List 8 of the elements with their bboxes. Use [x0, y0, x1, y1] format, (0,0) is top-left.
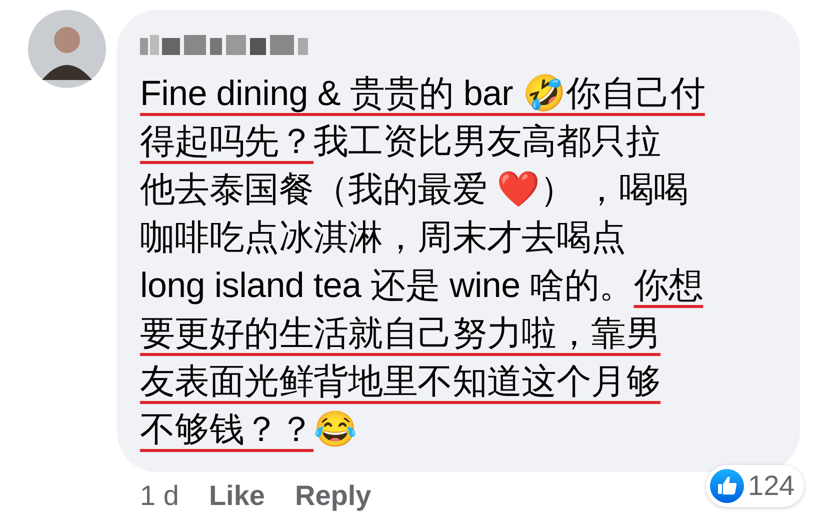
reaction-badge[interactable]: 124 [706, 465, 804, 507]
avatar[interactable] [28, 10, 106, 88]
reaction-count: 124 [748, 470, 795, 502]
comment-time: 1 d [140, 480, 179, 512]
reply-link[interactable]: Reply [294, 480, 372, 512]
comment-text: Fine dining & 贵贵的 bar 🤣你自己付 得起吗先？我工资比男友高都只拉 他去泰国餐（我的最爱 ❤） ，喝喝 咖啡吃点冰淇淋，周末才去喝点 long island tea 还是 wine 啥的。你想 要更好的生活就自己努力啦，靠男 友表面光鲜背地里不知道这个月够 不够钱？？😂 [140, 73, 706, 451]
thumbs-up-icon [710, 469, 744, 503]
like-link[interactable]: Like [208, 480, 265, 512]
